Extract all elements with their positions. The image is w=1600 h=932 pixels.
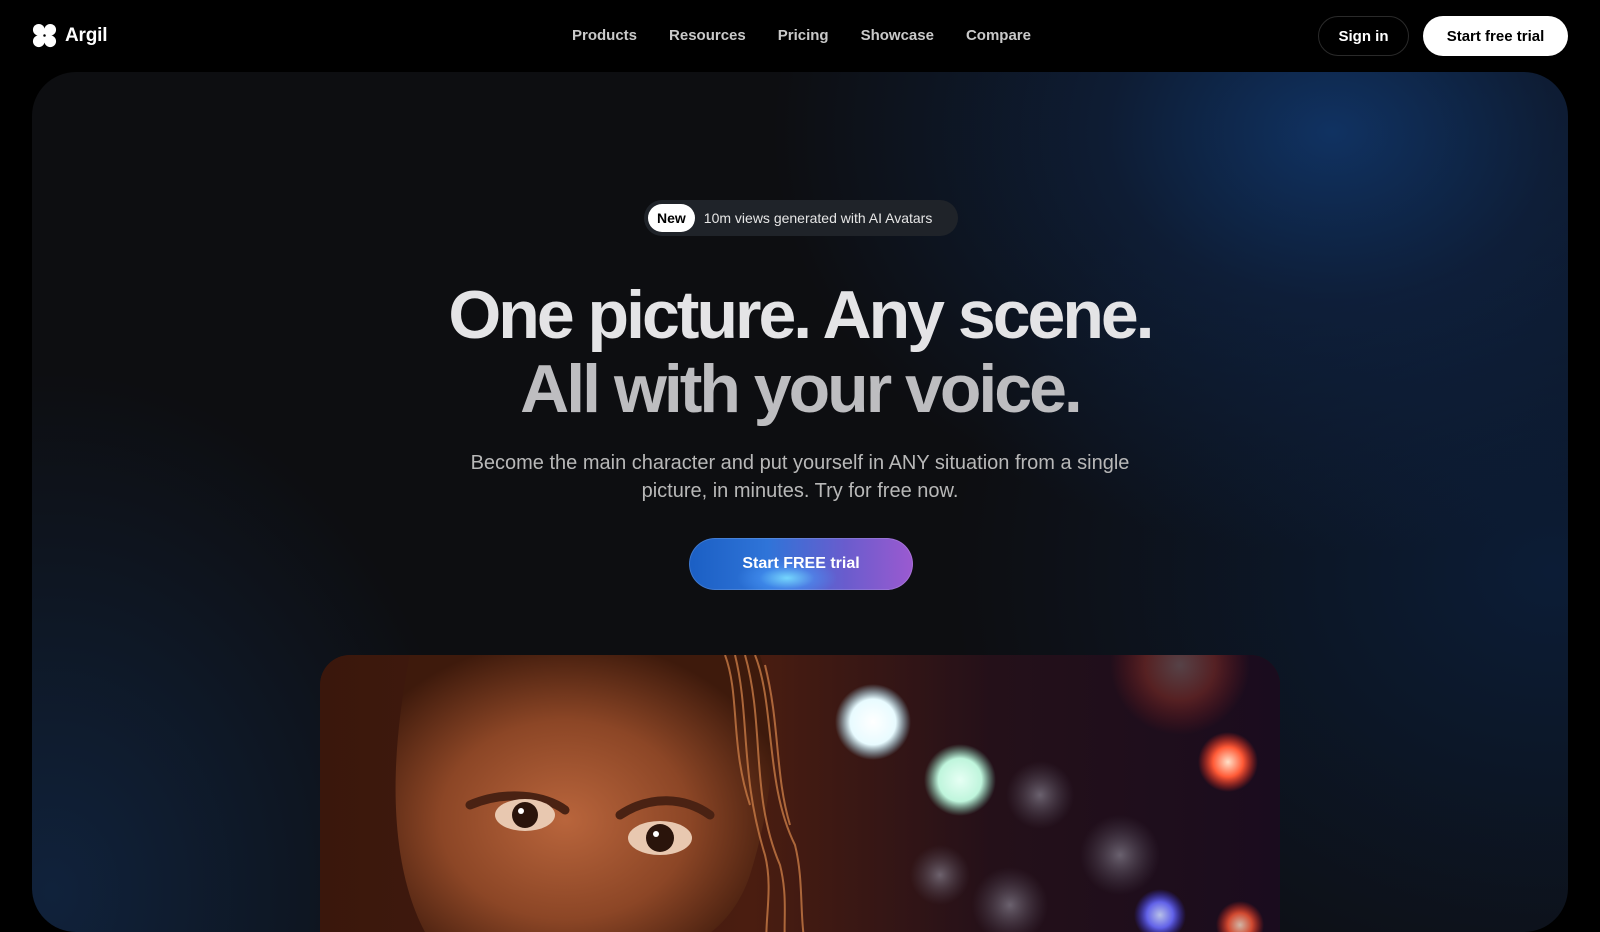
brand-name: Argil <box>65 24 108 46</box>
nav-link-products[interactable]: Products <box>572 25 637 47</box>
new-tag: New <box>648 204 695 232</box>
start-free-trial-button[interactable]: Start free trial <box>1423 16 1568 56</box>
headline-line-1: One picture. Any scene. <box>448 277 1154 353</box>
announcement-badge[interactable]: New 10m views generated with AI Avatars <box>644 200 958 236</box>
hero-section: New 10m views generated with AI Avatars … <box>32 72 1568 932</box>
brand-logo[interactable]: Argil <box>32 23 107 48</box>
nav-link-compare[interactable]: Compare <box>966 25 1031 47</box>
start-free-trial-cta-button[interactable]: Start FREE trial <box>689 538 913 590</box>
headline-line-2: All with your voice. <box>520 351 1083 427</box>
top-navigation-bar: Argil Products Resources Pricing Showcas… <box>0 0 1600 72</box>
sign-in-button[interactable]: Sign in <box>1318 16 1409 56</box>
main-nav: Products Resources Pricing Showcase Comp… <box>572 25 1031 47</box>
nav-link-resources[interactable]: Resources <box>669 25 746 47</box>
argil-logo-icon <box>32 23 57 48</box>
nav-link-showcase[interactable]: Showcase <box>861 25 934 47</box>
hero-subtitle: Become the main character and put yourse… <box>470 452 1130 502</box>
hero-preview-image <box>320 655 1280 932</box>
portrait-with-bokeh-image <box>320 655 1280 932</box>
announcement-text: 10m views generated with AI Avatars <box>703 210 933 226</box>
nav-link-pricing[interactable]: Pricing <box>778 25 829 47</box>
hero-headline: One picture. Any scene. All with your vo… <box>32 278 1568 426</box>
